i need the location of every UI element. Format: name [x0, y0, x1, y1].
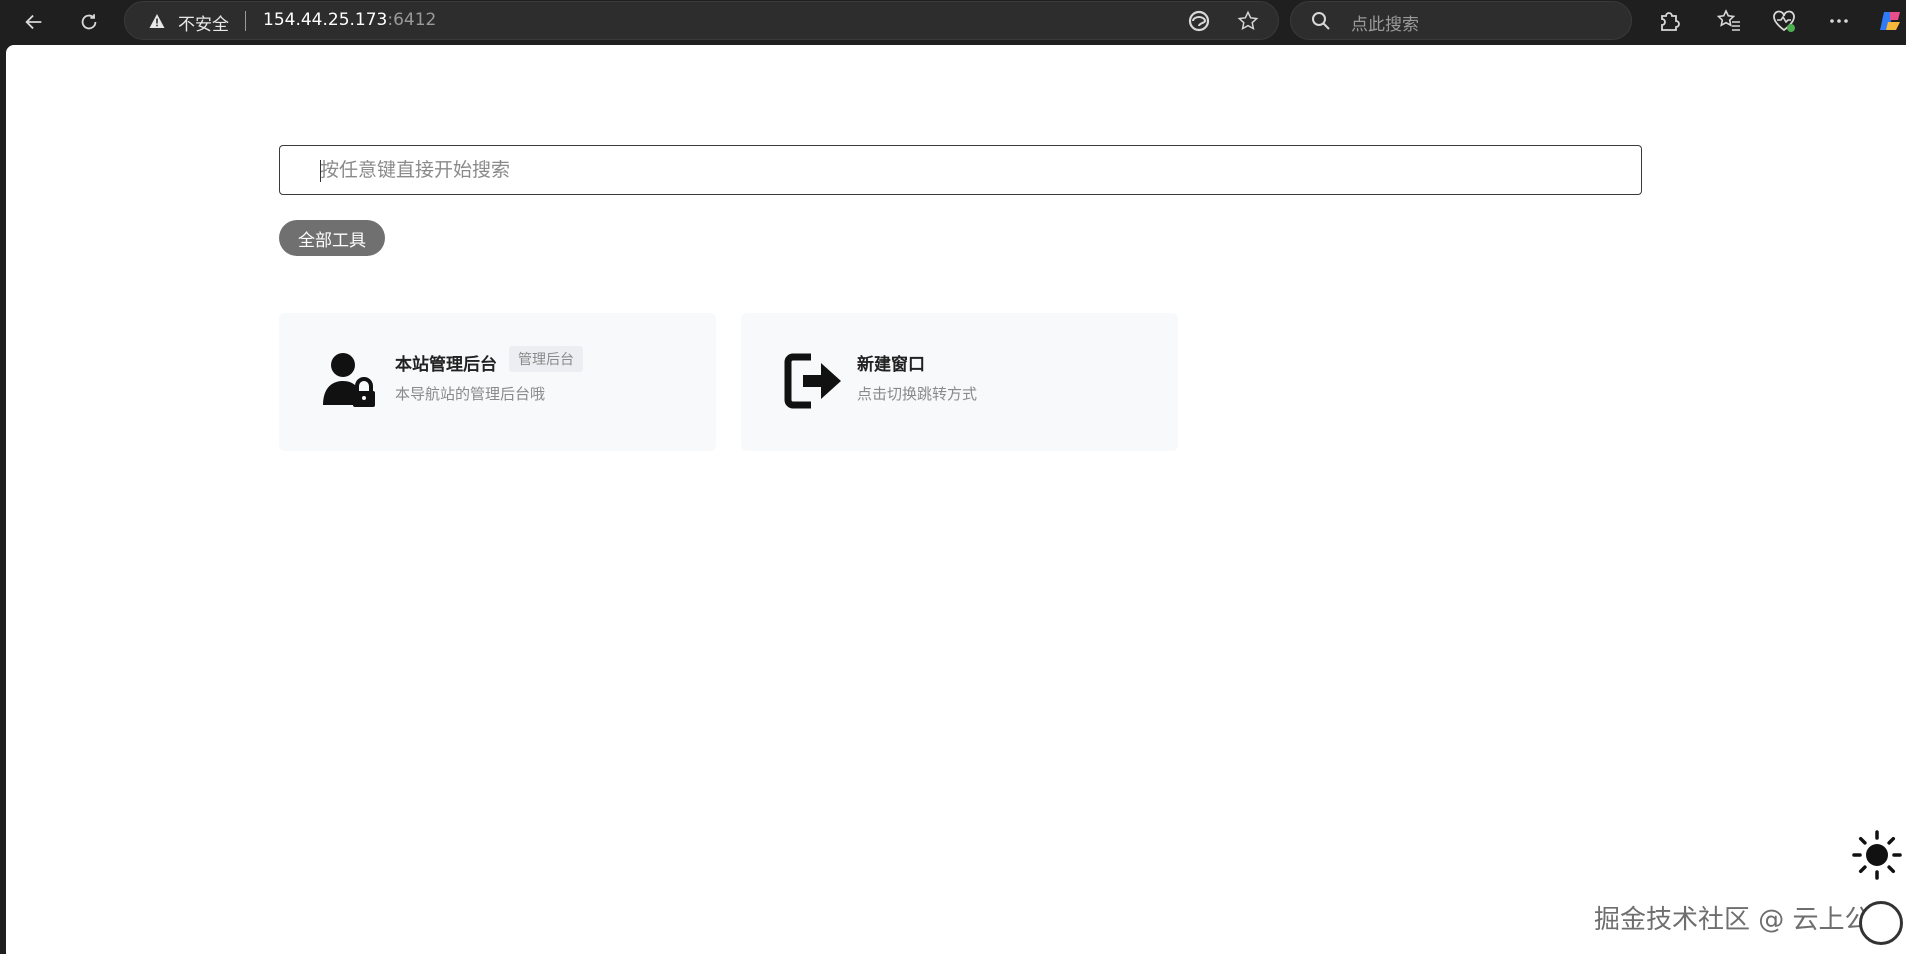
favorite-star-icon[interactable]	[1237, 10, 1259, 32]
tool-card-admin[interactable]: 本站管理后台 管理后台 本导航站的管理后台哦	[279, 313, 716, 451]
insecure-label[interactable]: 不安全	[178, 10, 229, 35]
sign-out-icon	[784, 353, 841, 409]
card-title: 本站管理后台	[395, 355, 497, 375]
more-menu-button[interactable]	[1826, 8, 1852, 34]
page-search-box[interactable]	[279, 145, 1642, 195]
favorites-button[interactable]	[1716, 8, 1742, 34]
browser-essentials-button[interactable]	[1771, 8, 1797, 34]
watermark-text: 掘金技术社区 @ 云上公园	[1594, 905, 1897, 935]
url-port: :6412	[387, 10, 437, 30]
card-tag: 管理后台	[509, 346, 583, 372]
browser-search-box[interactable]: 点此搜索	[1290, 1, 1632, 40]
card-title: 新建窗口	[857, 355, 925, 375]
page-viewport: 全部工具 本站管理后台 管理后台 本导航站的管理后台哦 新建窗口 点击切换跳转方…	[6, 45, 1906, 954]
address-divider	[245, 11, 246, 31]
tool-card-new-window[interactable]: 新建窗口 点击切换跳转方式	[741, 313, 1178, 451]
browser-search-placeholder: 点此搜索	[1351, 15, 1419, 35]
reload-icon	[81, 14, 97, 30]
arrow-left-icon	[25, 14, 42, 30]
card-description: 本导航站的管理后台哦	[395, 385, 546, 403]
page-search-input[interactable]	[320, 146, 1620, 194]
warning-icon	[149, 14, 165, 28]
reload-button[interactable]	[72, 5, 106, 39]
heart-pulse-icon	[1773, 10, 1795, 32]
text-caret	[320, 160, 321, 182]
address-bar[interactable]: 不安全 154.44.25.173:6412	[124, 1, 1279, 40]
user-lock-icon	[323, 353, 375, 407]
extensions-button[interactable]	[1656, 8, 1682, 34]
back-button[interactable]	[17, 5, 51, 39]
more-dots-icon	[1830, 19, 1848, 23]
puzzle-icon	[1661, 12, 1680, 31]
browser-toolbar: 不安全 154.44.25.173:6412 点此搜索	[0, 0, 1906, 45]
card-description: 点击切换跳转方式	[857, 385, 978, 403]
url-text[interactable]: 154.44.25.173:6412	[263, 10, 436, 30]
sun-icon[interactable]	[1852, 830, 1902, 880]
search-icon	[1312, 12, 1330, 30]
copilot-icon	[1880, 12, 1900, 30]
avatar	[1859, 901, 1903, 945]
favorites-list-icon	[1716, 9, 1740, 31]
read-aloud-icon[interactable]	[1187, 9, 1211, 33]
url-host: 154.44.25.173	[263, 10, 388, 30]
category-pill-all-tools[interactable]: 全部工具	[279, 220, 385, 256]
copilot-button[interactable]	[1878, 8, 1904, 34]
